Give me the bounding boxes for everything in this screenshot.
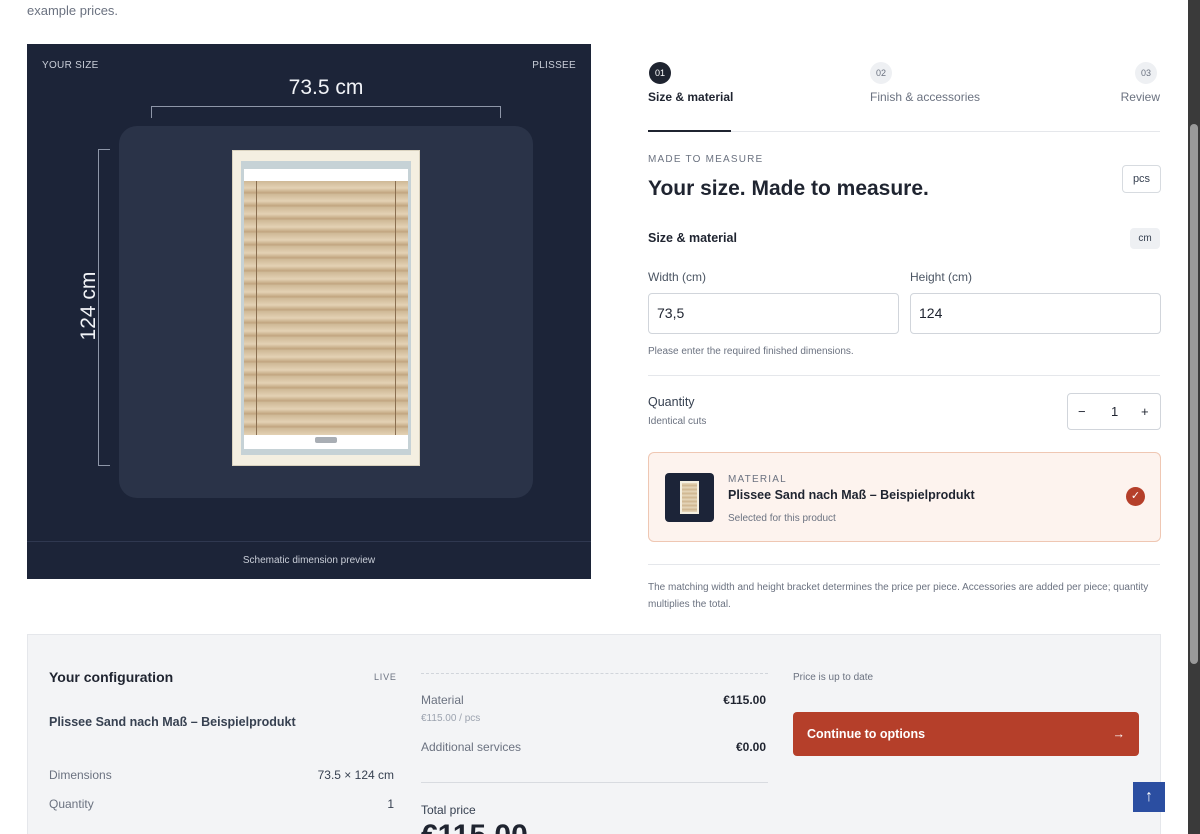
services-value: €0.00 (735, 740, 766, 754)
decrement-button[interactable]: − (1078, 404, 1086, 419)
window-glass (241, 161, 411, 455)
height-input[interactable]: 124 (910, 293, 1161, 334)
price-status: Price is up to date (793, 672, 874, 683)
width-dimension-label: 73.5 cm (288, 76, 364, 99)
form-eyebrow: MADE TO MEASURE (648, 154, 764, 165)
divider (648, 375, 1160, 376)
dimensions-value: 73.5 × 124 cm (317, 768, 394, 782)
width-input[interactable]: 73,5 (648, 293, 899, 334)
total-label: Total price (421, 803, 476, 817)
services-label: Additional services (421, 740, 522, 754)
pricing-note: The matching width and height bracket de… (648, 582, 1149, 610)
dimension-hint: Please enter the required finished dimen… (648, 346, 854, 357)
summary-divider (421, 673, 768, 674)
material-price-label: Material (421, 693, 464, 707)
total-divider (421, 782, 768, 783)
quantity-subtext: Identical cuts (648, 416, 707, 427)
quantity-summary-value: 1 (387, 797, 394, 811)
quantity-stepper[interactable]: − 1 + (1067, 393, 1161, 430)
step-indicator: 01 Size & material 02 Finish & accessori… (648, 62, 1160, 132)
pleated-blind (244, 181, 408, 435)
blind-handle (315, 437, 337, 443)
total-price: €115.00 (421, 819, 528, 834)
top-rail (244, 169, 408, 181)
continue-button-label: Continue to options (807, 727, 926, 741)
step-finish-accessories[interactable]: 02 Finish & accessories (870, 62, 980, 104)
divider (648, 564, 1160, 565)
cord (256, 181, 257, 435)
material-price-value: €115.00 (723, 693, 766, 707)
page-title: Your size. Made to measure. (648, 177, 929, 200)
material-unit-price: €115.00 / pcs (421, 713, 481, 724)
section-title: Size & material (648, 231, 737, 245)
material-card[interactable]: MATERIAL Plissee Sand nach Maß – Beispie… (648, 452, 1161, 542)
configuration-summary: Your configuration LIVE Plissee Sand nac… (27, 634, 1161, 834)
summary-title: Your configuration (49, 669, 174, 685)
preview-label-size: YOUR SIZE (42, 60, 99, 71)
summary-product: Plissee Sand nach Maß – Beispielprodukt (49, 715, 296, 729)
step-label: Finish & accessories (870, 90, 981, 104)
continue-button[interactable]: Continue to options → (793, 712, 1139, 756)
back-to-top-button[interactable]: ↑ (1133, 782, 1165, 812)
arrow-right-icon: → (1112, 727, 1126, 741)
preview-caption: Schematic dimension preview (27, 541, 591, 579)
check-icon: ✓ (1126, 487, 1145, 506)
material-eyebrow: MATERIAL (728, 474, 787, 485)
step-review[interactable]: 03 Review (1121, 62, 1160, 104)
step-number: 03 (1135, 62, 1157, 84)
quantity-summary-label: Quantity (49, 797, 94, 811)
step-label: Review (1120, 90, 1160, 104)
height-label: Height (cm) (910, 270, 973, 284)
width-dimension-line (151, 106, 501, 118)
unit-chip-cm: cm (1130, 228, 1160, 249)
step-number: 02 (870, 62, 892, 84)
active-step-underline (648, 130, 731, 132)
scrollbar-thumb[interactable] (1190, 124, 1198, 664)
width-label: Width (cm) (648, 270, 706, 284)
material-name: Plissee Sand nach Maß – Beispielprodukt (728, 488, 975, 502)
preview-label-product: PLISSEE (532, 60, 576, 71)
scrollbar[interactable] (1188, 0, 1200, 834)
material-status: Selected for this product (728, 513, 836, 524)
live-badge: LIVE (374, 672, 397, 682)
cord (395, 181, 396, 435)
dimension-preview: YOUR SIZE PLISSEE 73.5 cm 124 cm Schemat… (27, 44, 591, 579)
step-size-material[interactable]: 01 Size & material (648, 62, 733, 104)
quantity-label: Quantity (648, 395, 695, 409)
dimensions-label: Dimensions (49, 768, 112, 782)
step-number: 01 (649, 62, 671, 84)
height-dimension-label: 124 cm (77, 271, 100, 341)
quantity-value[interactable]: 1 (1111, 404, 1118, 419)
unit-chip-pcs: pcs (1122, 165, 1161, 193)
window-frame (232, 150, 420, 466)
page: example prices. YOUR SIZE PLISSEE 73.5 c… (0, 0, 1188, 834)
material-thumbnail (665, 473, 714, 522)
increment-button[interactable]: + (1141, 404, 1149, 419)
intro-text: example prices. (27, 3, 119, 18)
step-label: Size & material (648, 90, 734, 104)
